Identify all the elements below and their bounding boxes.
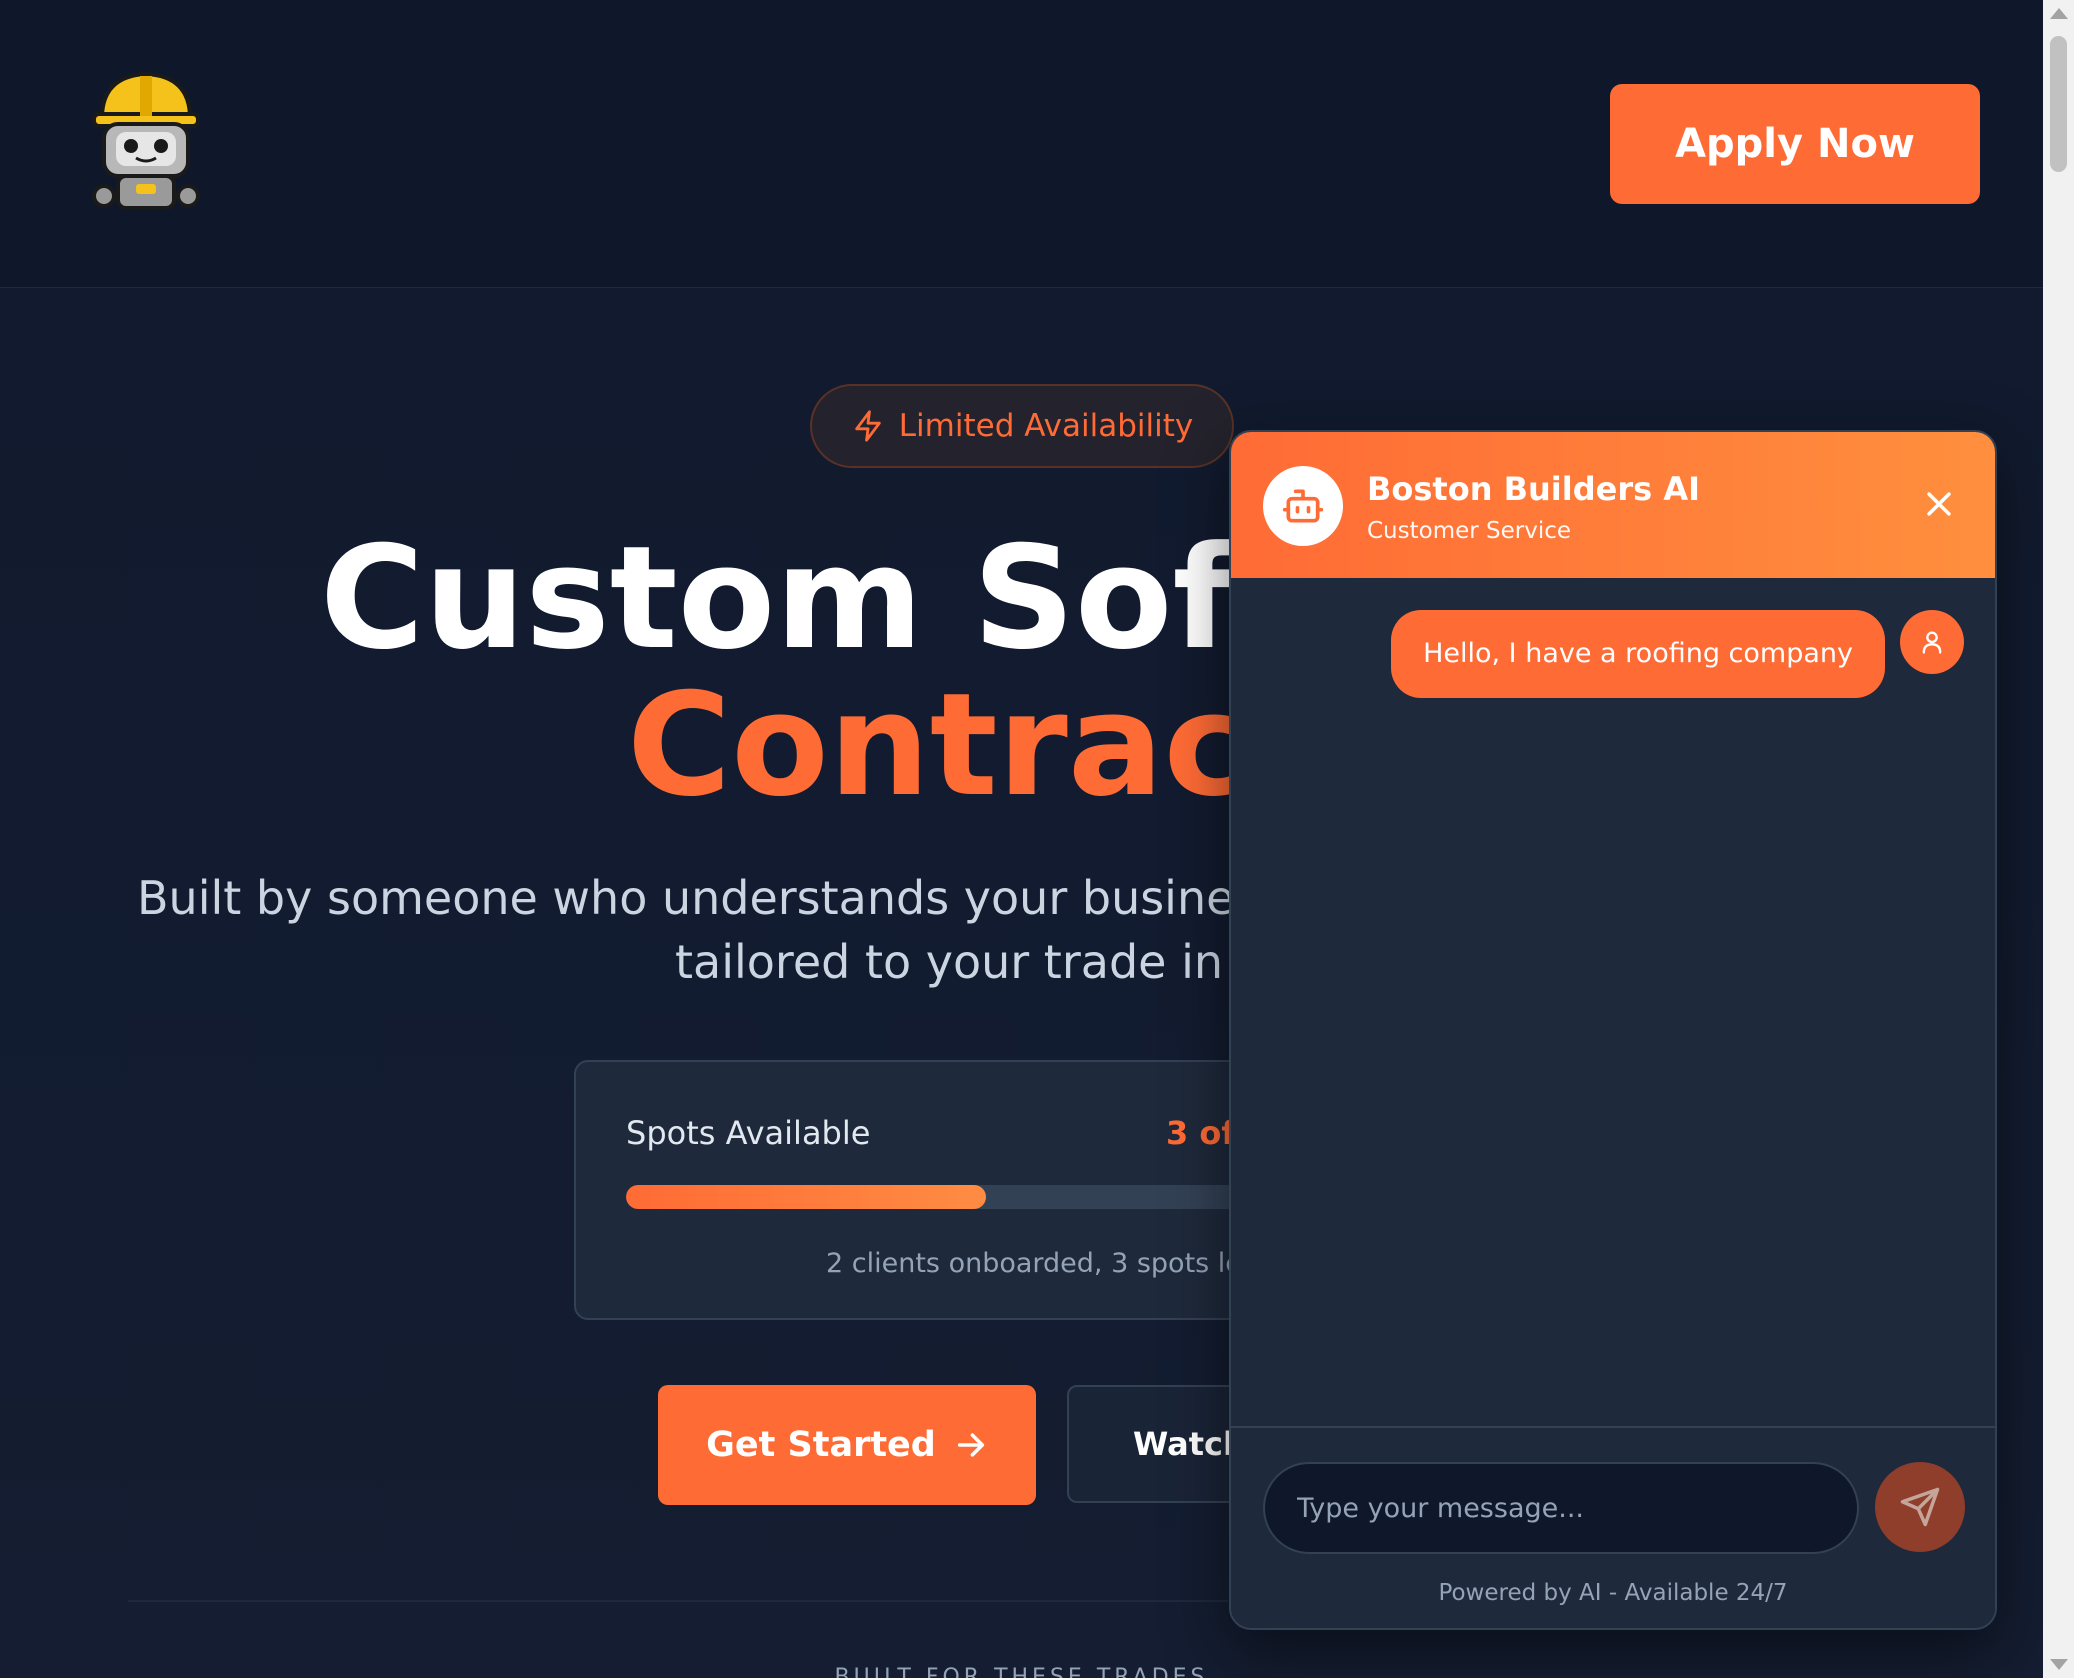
- apply-now-button[interactable]: Apply Now: [1610, 84, 1980, 204]
- arrow-right-icon: [957, 1433, 984, 1457]
- chat-title: Boston Builders AI: [1367, 470, 1700, 508]
- site-header: Apply Now: [0, 0, 2043, 288]
- limited-availability-badge: Limited Availability: [810, 384, 1234, 468]
- send-icon: [1900, 1487, 1940, 1527]
- user-avatar: [1900, 610, 1964, 674]
- get-started-label: Get Started: [706, 1425, 936, 1465]
- scroll-down-arrow-icon[interactable]: [2050, 1659, 2068, 1670]
- robot-logo-icon[interactable]: [86, 66, 206, 216]
- section-divider: [128, 1600, 1228, 1602]
- user-message: Hello, I have a roofing company: [1391, 610, 1885, 698]
- page-scrollbar[interactable]: [2043, 0, 2074, 1678]
- get-started-button[interactable]: Get Started: [658, 1385, 1036, 1505]
- spots-count: 3 of: [1166, 1114, 1236, 1152]
- scrollbar-thumb[interactable]: [2050, 36, 2067, 172]
- bot-avatar: [1263, 466, 1343, 546]
- hero-subhead-line2: tailored to your trade in 3: [675, 935, 1267, 989]
- close-icon: [1927, 492, 1951, 516]
- bot-icon: [1282, 489, 1324, 523]
- badge-label: Limited Availability: [898, 408, 1194, 444]
- chat-footer: Powered by AI - Available 24/7: [1231, 1426, 1995, 1628]
- user-icon: [1922, 631, 1942, 654]
- hero-subhead-line1: Built by someone who understands your bu…: [137, 871, 1348, 925]
- scroll-up-arrow-icon[interactable]: [2050, 8, 2068, 19]
- trades-section-label: BUILT FOR THESE TRADES: [834, 1665, 1209, 1678]
- chat-messages: Hello, I have a roofing company: [1231, 578, 1995, 1426]
- send-message-button[interactable]: [1875, 1462, 1965, 1552]
- spots-progress-fill: [626, 1185, 986, 1209]
- powered-by-note: Powered by AI - Available 24/7: [1438, 1580, 1788, 1606]
- chat-close-button[interactable]: [1909, 474, 1969, 534]
- chat-widget: Boston Builders AI Customer Service Hell…: [1229, 430, 1997, 1630]
- chat-header: Boston Builders AI Customer Service: [1231, 432, 1995, 578]
- spots-note: 2 clients onboarded, 3 spots left: [826, 1248, 1262, 1279]
- chat-subtitle: Customer Service: [1367, 518, 1572, 544]
- spots-label: Spots Available: [626, 1114, 871, 1152]
- chat-message-input[interactable]: [1263, 1462, 1859, 1554]
- lightning-icon: [855, 410, 881, 442]
